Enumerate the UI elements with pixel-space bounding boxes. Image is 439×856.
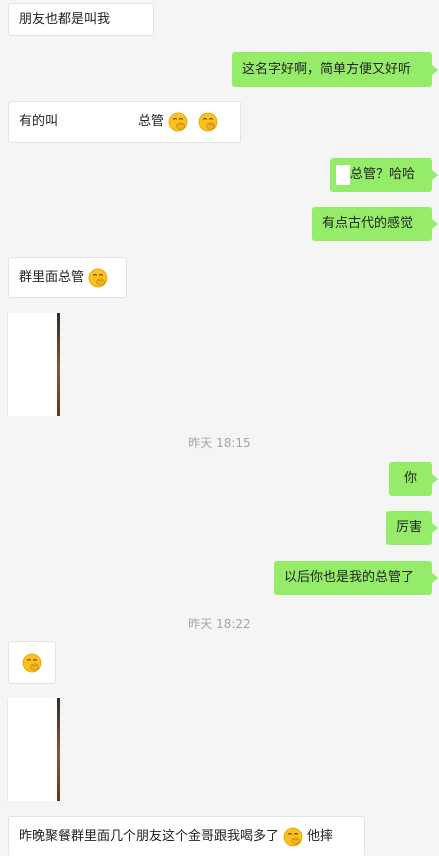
message-outgoing-4: 你: [389, 462, 438, 496]
message-text: 群里面总管: [19, 269, 85, 285]
message-outgoing-3: 有点古代的感觉: [312, 207, 438, 241]
message-text-part: 昨晚聚餐群里面几个朋友这个金哥跟我喝多了: [19, 828, 280, 844]
message-incoming-4: [8, 641, 56, 684]
message-text: 朋友也都是叫我: [19, 11, 111, 27]
message-text-part: 他摔: [307, 828, 334, 844]
face-with-hand-over-mouth-icon: [88, 268, 108, 288]
face-with-hand-over-mouth-icon: [22, 653, 42, 673]
message-incoming-3: 群里面总管: [8, 257, 127, 298]
timestamp: 昨天 18:22: [188, 617, 251, 631]
image-edge: [57, 698, 60, 801]
image-message[interactable]: [7, 313, 60, 416]
redacted-text: [58, 113, 139, 131]
message-text: 以后你也是我的总管了: [284, 570, 415, 585]
message-text-part: 总管: [138, 114, 165, 129]
redacted-text: [336, 165, 350, 185]
message-text: 这名字好啊，简单方便又好听: [242, 61, 412, 77]
message-text: 总管？哈哈: [350, 167, 416, 182]
image-edge: [57, 313, 60, 416]
message-outgoing-1: 这名字好啊，简单方便又好听: [232, 52, 438, 87]
message-text: 有点古代的感觉: [322, 216, 414, 231]
message-incoming-2: 有的叫 总管: [8, 101, 241, 143]
message-incoming-5: 昨晚聚餐群里面几个朋友这个金哥跟我喝多了 他摔: [8, 816, 365, 856]
face-with-hand-over-mouth-icon: [198, 112, 218, 132]
timestamp: 昨天 18:15: [188, 436, 251, 450]
message-incoming-1: 朋友也都是叫我: [8, 3, 154, 36]
message-outgoing-6: 以后你也是我的总管了: [274, 561, 438, 595]
face-with-hand-over-mouth-icon: [168, 112, 188, 132]
message-text: 你: [403, 471, 417, 486]
message-text: 厉害: [396, 520, 423, 535]
face-with-hand-over-mouth-icon: [283, 827, 303, 847]
message-outgoing-5: 厉害: [386, 511, 438, 545]
image-message[interactable]: [7, 698, 60, 801]
message-text-part: 有的叫: [19, 114, 59, 129]
message-outgoing-2: 总管？哈哈: [330, 158, 438, 192]
